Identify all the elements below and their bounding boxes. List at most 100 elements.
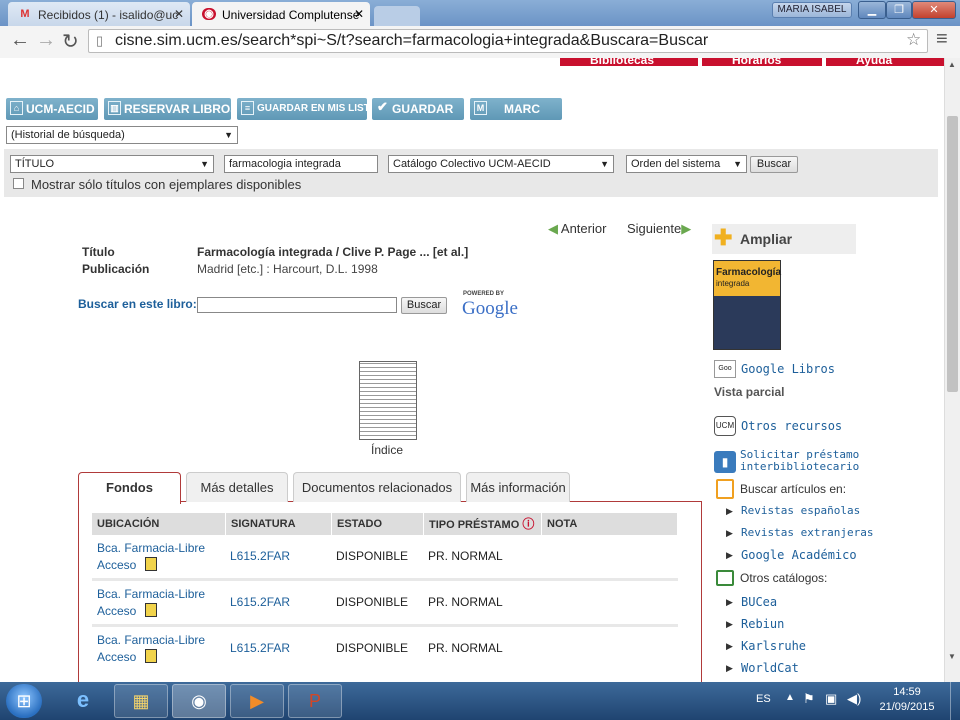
book-search-button[interactable]: Buscar (401, 297, 447, 314)
books-icon: ▥ (108, 101, 121, 115)
powered-by-text: POWERED BY (463, 291, 505, 297)
scrollbar-thumb[interactable] (947, 116, 958, 392)
tab-fondos[interactable]: Fondos (78, 472, 181, 504)
volume-icon[interactable]: ◀) (847, 691, 861, 707)
scroll-down-icon[interactable]: ▼ (948, 652, 956, 661)
only-available-checkbox[interactable] (13, 178, 24, 189)
catalog-link[interactable]: Rebiun (741, 617, 784, 631)
loan-type: PR. NORMAL (428, 641, 503, 655)
ampliar-box[interactable]: ✚ Ampliar (712, 224, 856, 254)
tab-ucm[interactable]: ◉ Universidad Complutense ✕ (192, 2, 370, 26)
book-cover[interactable]: Farmacología integrada (713, 260, 781, 350)
start-button[interactable]: ⊞ (6, 684, 42, 718)
catalog-link[interactable]: Karlsruhe (741, 639, 806, 653)
close-tab-icon[interactable]: ✕ (174, 7, 184, 21)
loan-type: PR. NORMAL (428, 549, 503, 563)
network-icon[interactable]: ▣ (825, 691, 837, 707)
marc-icon: M (474, 101, 487, 115)
reload-icon[interactable]: ↻ (62, 29, 79, 54)
publication-label: Publicación (82, 262, 150, 276)
reservar-libros-button[interactable]: ▥ RESERVAR LIBROS (104, 98, 238, 120)
arrow-right-icon: ▶ (681, 221, 692, 236)
location-link[interactable]: Bca. Farmacia-Libre (97, 587, 205, 601)
vertical-scrollbar[interactable]: ▲ ▼ (944, 58, 960, 682)
map-icon[interactable] (145, 649, 157, 663)
explorer-icon[interactable]: ▦ (114, 684, 168, 718)
clock-time[interactable]: 14:59 (872, 686, 942, 698)
marc-button[interactable]: M MARC (470, 98, 562, 120)
close-window-icon[interactable]: ✕ (912, 1, 956, 19)
map-icon[interactable] (145, 603, 157, 617)
maximize-icon[interactable]: ❐ (886, 1, 912, 19)
articles-link[interactable]: Google Académico (741, 548, 857, 562)
catalog-select[interactable]: Catálogo Colectivo UCM-AECID ▼ (388, 155, 614, 173)
chrome-icon[interactable]: ◉ (172, 684, 226, 718)
flag-icon[interactable]: ⚑ (803, 691, 815, 707)
location-link[interactable]: Acceso (97, 604, 136, 618)
loan-type: PR. NORMAL (428, 595, 503, 609)
index-thumbnail[interactable] (359, 361, 417, 440)
cover-title: Farmacología (716, 267, 782, 278)
bullet-icon: ▶ (726, 528, 733, 538)
media-icon[interactable]: ▶ (230, 684, 284, 718)
tab-documentos-relacionados[interactable]: Documentos relacionados (293, 472, 461, 502)
location-link[interactable]: Acceso (97, 558, 136, 572)
address-bar[interactable]: ▯ cisne.sim.ucm.es/search*spi~S/t?search… (88, 29, 928, 53)
location-link[interactable]: Bca. Farmacia-Libre (97, 541, 205, 555)
search-button[interactable]: Buscar (750, 156, 798, 173)
tab-mas-detalles[interactable]: Más detalles (186, 472, 288, 502)
previous-record-link[interactable]: ◀ Anterior (548, 221, 606, 237)
search-input[interactable]: farmacologia integrada (224, 155, 378, 173)
list-icon: ≡ (241, 101, 254, 115)
ucm-aecid-button[interactable]: ⌂ UCM-AECID (6, 98, 98, 120)
ie-icon[interactable]: e (56, 684, 110, 718)
clock-date[interactable]: 21/09/2015 (872, 701, 942, 713)
articles-link[interactable]: Revistas extranjeras (741, 526, 873, 539)
title-label: Título (82, 245, 115, 259)
order-select[interactable]: Orden del sistema ▼ (626, 155, 747, 173)
scroll-up-icon[interactable]: ▲ (948, 60, 956, 69)
catalog-link[interactable]: WorldCat (741, 661, 799, 675)
chevron-down-icon: ▼ (733, 159, 742, 169)
book-search-input[interactable] (197, 297, 397, 313)
status-text: DISPONIBLE (336, 595, 409, 609)
index-label[interactable]: Índice (371, 443, 403, 457)
other-resources-link[interactable]: Otros recursos (741, 419, 842, 433)
menu-icon[interactable]: ≡ (936, 28, 948, 51)
powerpoint-icon[interactable]: P (288, 684, 342, 718)
search-field-select[interactable]: TÍTULO ▼ (10, 155, 214, 173)
language-indicator[interactable]: ES (756, 693, 771, 705)
nav-horarios[interactable]: Horarios (702, 58, 822, 66)
next-record-link[interactable]: Siguiente▶ (627, 221, 691, 237)
new-tab-button[interactable] (374, 6, 420, 26)
location-link[interactable]: Acceso (97, 650, 136, 664)
location-link[interactable]: Bca. Farmacia-Libre (97, 633, 205, 647)
nav-bibliotecas[interactable]: Bibliotecas (560, 58, 698, 66)
star-icon[interactable]: ☆ (906, 30, 921, 50)
nav-ayuda[interactable]: Ayuda (826, 58, 944, 66)
guardar-listas-button[interactable]: ≡ GUARDAR EN MIS LISTAS (237, 98, 383, 120)
info-icon[interactable]: ⓘ (522, 517, 534, 531)
gmail-icon: M (20, 8, 30, 20)
guardar-button[interactable]: ✔ GUARDAR (372, 98, 464, 120)
home-icon: ⌂ (10, 101, 23, 115)
windows-taskbar: ⊞ e ▦ ◉ ▶ P ES ▲ ⚑ ▣ ◀) 14:59 21/09/2015 (0, 682, 960, 720)
map-icon[interactable] (145, 557, 157, 571)
minimize-icon[interactable]: ▁ (858, 1, 886, 19)
show-desktop-button[interactable] (950, 682, 960, 720)
user-badge[interactable]: MARIA ISABEL (772, 2, 852, 18)
tab-mas-informacion[interactable]: Más información (466, 472, 570, 502)
column-header: ESTADO (332, 513, 424, 535)
tab-gmail[interactable]: M Recibidos (1) - isalido@uc ✕ (8, 2, 190, 26)
close-tab-icon[interactable]: ✕ (354, 7, 364, 21)
catalog-link[interactable]: BUCea (741, 595, 777, 609)
history-select[interactable]: (Historial de búsqueda) ▼ (6, 126, 238, 144)
document-icon (716, 479, 734, 499)
articles-link[interactable]: Revistas españolas (741, 504, 860, 517)
ill-request-link[interactable]: Solicitar préstamo interbibliotecario (740, 449, 859, 473)
forward-icon[interactable]: → (36, 29, 56, 52)
google-books-link[interactable]: Google Libros (741, 362, 835, 376)
back-icon[interactable]: ← (10, 29, 30, 52)
chart-icon: ▮ (714, 451, 736, 473)
tray-arrow-icon[interactable]: ▲ (785, 692, 795, 703)
